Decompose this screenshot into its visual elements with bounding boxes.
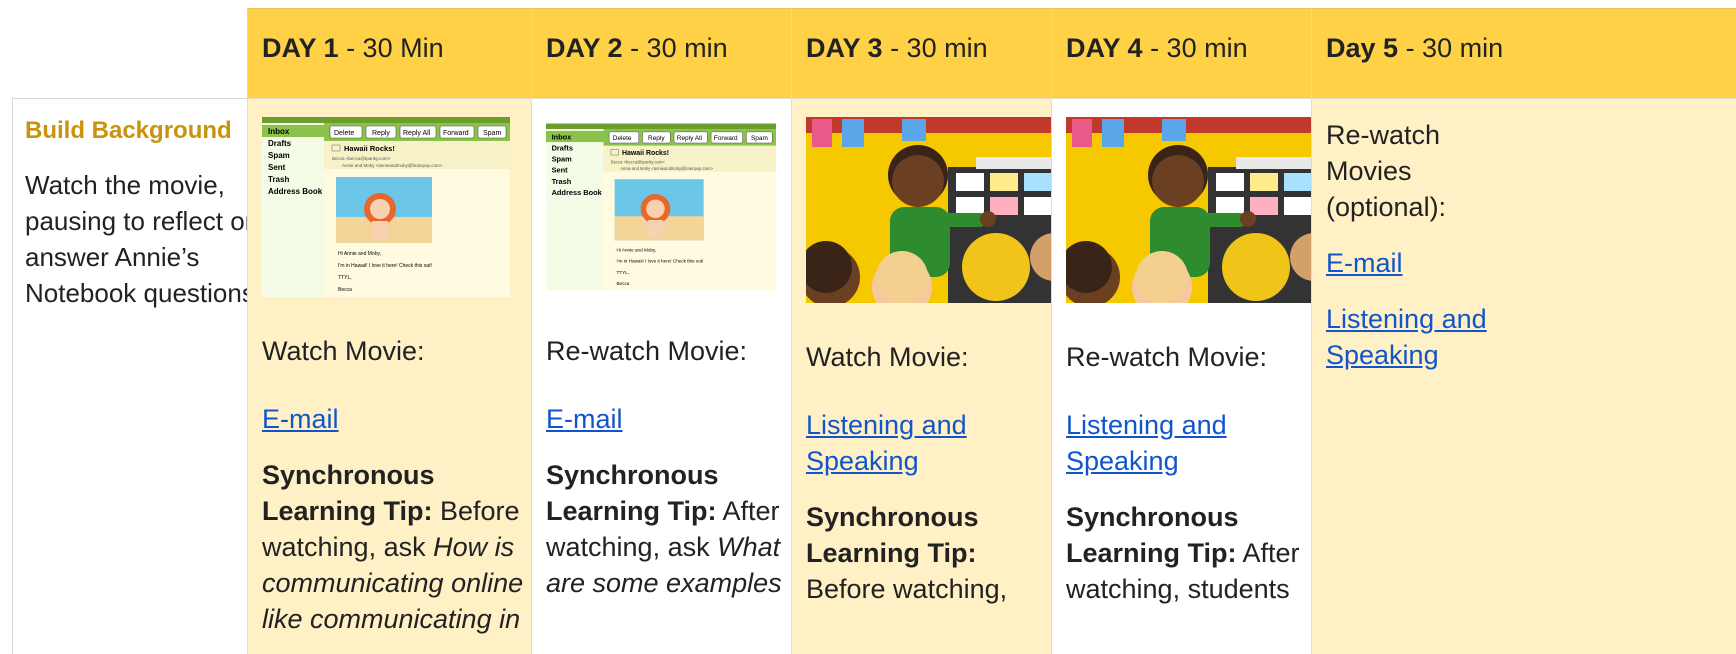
day4-tip-bold: Synchronous Learning Tip: xyxy=(1066,502,1239,568)
row-label-cell: Build Background Watch the movie, pausin… xyxy=(12,98,272,654)
email-folder: Spam xyxy=(552,155,573,164)
day5-label: Re-watch Movies (optional): xyxy=(1326,120,1447,222)
header-day2-bold: DAY 2 xyxy=(546,33,623,63)
day5-listening-speaking-link[interactable]: Listening and Speaking xyxy=(1326,301,1526,373)
row-title: Build Background xyxy=(25,117,232,144)
email-folder: Address Book xyxy=(552,188,603,197)
email-body-line: TTYL, xyxy=(338,275,352,281)
email-folder: Inbox xyxy=(552,132,573,141)
email-folder: Drafts xyxy=(552,143,573,152)
header-day4-rest: - 30 min xyxy=(1142,33,1248,63)
day4-listening-speaking-link[interactable]: Listening and Speaking xyxy=(1066,407,1266,479)
day4-cell: Re-watch Movie: Listening and Speaking S… xyxy=(1051,98,1326,654)
email-folder: Drafts xyxy=(268,139,292,148)
email-body-line: Hi Annie and Moby, xyxy=(338,251,381,257)
day2-tip: Synchronous Learning Tip: After watching… xyxy=(546,457,791,601)
header-day3: DAY 3 - 30 min xyxy=(791,8,1051,98)
email-button: Delete xyxy=(334,130,354,137)
email-to: Annie and Moby <annieandmoby@brainpop.co… xyxy=(620,166,713,171)
header-day1-bold: DAY 1 xyxy=(262,33,339,63)
email-button: Forward xyxy=(443,130,469,137)
email-button: Reply All xyxy=(403,130,431,137)
header-day2-rest: - 30 min xyxy=(622,33,728,63)
email-body-line: TTYL, xyxy=(616,270,629,275)
email-button: Reply All xyxy=(677,135,702,142)
header-day1: DAY 1 - 30 Min xyxy=(247,8,531,98)
row-description: Watch the movie, pausing to reflect or a… xyxy=(25,170,263,308)
day1-tip-bold: Synchronous Learning Tip: xyxy=(262,460,435,526)
day5-cell: Re-watch Movies (optional): E-mail Liste… xyxy=(1311,98,1736,654)
email-folder: Sent xyxy=(552,166,569,175)
email-button: Reply xyxy=(372,130,390,137)
day3-tip-bold: Synchronous Learning Tip: xyxy=(806,502,979,568)
email-folder: Address Book xyxy=(268,187,323,196)
header-day4: DAY 4 - 30 min xyxy=(1051,8,1311,98)
email-body-line: Becca xyxy=(616,281,629,286)
email-button: Reply xyxy=(648,135,665,142)
email-body-line: I'm in Hawaii! I love it here! Check thi… xyxy=(338,263,432,269)
day4-tip: Synchronous Learning Tip: After watching… xyxy=(1066,499,1306,607)
listening-speaking-movie-thumbnail[interactable] xyxy=(1066,117,1326,303)
email-movie-thumbnail[interactable]: Inbox Drafts Spam Sent Trash Address Boo… xyxy=(262,117,510,297)
day1-label: Watch Movie: xyxy=(262,336,425,366)
email-subject: Hawaii Rocks! xyxy=(344,144,395,153)
email-folder: Trash xyxy=(552,177,572,186)
day2-tip-bold: Synchronous Learning Tip: xyxy=(546,460,719,526)
header-day3-bold: DAY 3 xyxy=(806,33,883,63)
email-movie-thumbnail[interactable]: Inbox Drafts Spam Sent Trash Address Boo… xyxy=(546,117,776,297)
email-button: Spam xyxy=(483,130,501,137)
header-day2: DAY 2 - 30 min xyxy=(531,8,791,98)
day3-listening-speaking-link[interactable]: Listening and Speaking xyxy=(806,407,1006,479)
day4-label: Re-watch Movie: xyxy=(1066,342,1268,372)
day2-email-link[interactable]: E-mail xyxy=(546,401,623,437)
header-day3-rest: - 30 min xyxy=(882,33,988,63)
email-from: Becca <becca@tpanky.com> xyxy=(332,156,391,161)
email-to: Annie and Moby <annieandmoby@brainpop.co… xyxy=(342,163,443,168)
email-button: Spam xyxy=(751,135,768,142)
email-from: Becca <becca@tpanky.com> xyxy=(611,159,665,164)
day3-label: Watch Movie: xyxy=(806,342,969,372)
day3-cell: Watch Movie: Listening and Speaking Sync… xyxy=(791,98,1066,654)
day1-cell: Inbox Drafts Spam Sent Trash Address Boo… xyxy=(247,98,531,654)
day3-tip: Synchronous Learning Tip: Before watchin… xyxy=(806,499,1041,607)
day5-email-link[interactable]: E-mail xyxy=(1326,245,1403,281)
day1-email-link[interactable]: E-mail xyxy=(262,401,339,437)
header-day4-bold: DAY 4 xyxy=(1066,33,1143,63)
email-button: Delete xyxy=(613,135,632,142)
email-subject: Hawaii Rocks! xyxy=(622,150,669,157)
email-folder: Spam xyxy=(268,151,290,160)
email-folder: Sent xyxy=(268,163,286,172)
day1-tip: Synchronous Learning Tip: Before watchin… xyxy=(262,457,547,637)
day3-tip-plain: Before watching, xyxy=(806,574,1008,604)
email-folder: Trash xyxy=(268,175,289,184)
header-day5-bold: Day 5 xyxy=(1326,33,1399,63)
header-day5-rest: - 30 min xyxy=(1398,33,1504,63)
email-folder: Inbox xyxy=(268,127,290,136)
email-body-line: I'm in Hawaii! I love it here! Check thi… xyxy=(616,259,703,264)
header-day1-rest: - 30 Min xyxy=(338,33,444,63)
listening-speaking-movie-thumbnail[interactable] xyxy=(806,117,1066,303)
day2-cell: Inbox Drafts Spam Sent Trash Address Boo… xyxy=(531,98,791,654)
header-day5: Day 5 - 30 min xyxy=(1311,8,1736,98)
day2-label: Re-watch Movie: xyxy=(546,336,748,366)
email-body-line: Becca xyxy=(338,287,352,293)
email-body-line: Hi Annie and Moby, xyxy=(616,248,656,253)
email-button: Forward xyxy=(714,135,738,142)
